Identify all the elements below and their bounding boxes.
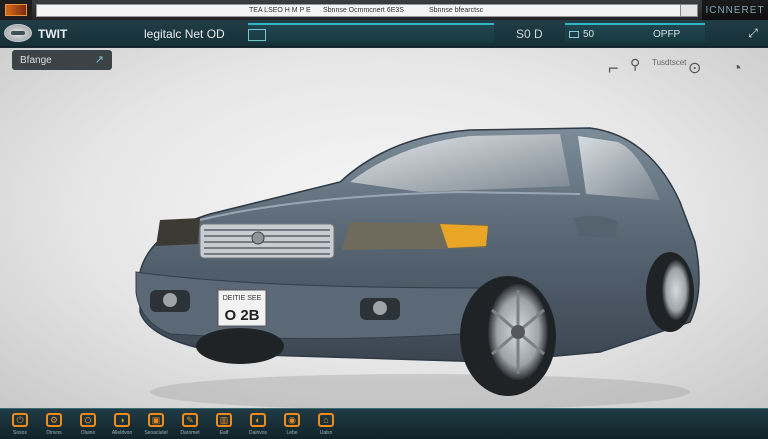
bottom-tool-button[interactable]: ◉ Lebe [276,413,308,439]
bottom-tool-label: Lebe [286,430,298,436]
right-tab[interactable]: 50 OPFP [565,23,705,43]
bottom-tool-button[interactable]: ⏻ Sosos [4,413,36,439]
bottom-tool-label: Sosos [13,430,27,436]
power-icon: ⏻ [12,413,28,427]
license-plate-top: DEITIE SEE [223,295,262,302]
bottom-tool-button[interactable]: ◑ Alleldvon [106,413,138,439]
bottom-tool-button[interactable]: ⌂ Ualsn [310,413,342,439]
chart-icon: ▥ [216,413,232,427]
car-icon: ⌂ [318,413,334,427]
bottom-tool-button[interactable]: ⚙ Dinvos [38,413,70,439]
wrench-icon: ✎ [182,413,198,427]
bottom-tool-label: Daromet [180,430,200,436]
right-tab-label: OPFP [653,29,681,40]
code-label: S0 D [516,27,543,41]
bottom-tool-label: Oluino [80,430,96,436]
gauge-icon: ◑ [114,413,130,427]
bottom-tool-label: Seoaciutel [144,430,168,436]
car-illustration: DEITIE SEE O 2B [135,127,700,408]
status-bar[interactable] [248,23,494,43]
bottom-tool-label: Ealf [219,430,229,436]
address-bar[interactable]: TEA LSEO H M P E Sbnnse Ocmmcnert 6E3S S… [36,4,696,17]
status-tab-icon [248,29,266,41]
bottom-toolbar: ⏻ Sosos ⚙ Dinvos ⛭ Oluino ◑ Alleldvon ▣ Seoaciute… [0,408,768,439]
bottom-tool-button[interactable]: ▥ Ealf [208,413,240,439]
brand-logo [4,24,32,42]
view-tools: ⌐ ⚲ Tusdtscet ⊙ ◔ [608,52,758,86]
license-plate-number: O 2B [224,307,259,324]
address-segment: TEA LSEO H M P E [249,7,311,14]
app-name: TWIT [38,27,68,41]
bottom-tool-label: Dinvos [46,430,62,436]
battery-icon: ▣ [148,413,164,427]
app-header: TWIT legitalc Net OD S0 D 50 OPFP ⤢ [0,20,768,47]
expand-icon[interactable]: ⤢ [744,26,762,40]
bottom-tool-button[interactable]: ✎ Daromet [174,413,206,439]
window-control-box[interactable] [680,4,698,17]
tools-label: Tusdtscet [652,58,687,67]
monitor-icon [569,31,579,38]
right-tab-number: 50 [583,29,595,40]
bottom-tool-label: Dainvos [248,430,268,436]
camera-icon: ◉ [284,413,300,427]
tools-icon: ⚙ [46,413,62,427]
app-launcher-icon[interactable] [0,0,32,20]
vehicle-viewport: Bfange ↗ ⌐ ⚲ Tusdtscet ⊙ ◔ DEITIE SEE O … [0,48,768,408]
mode-title: legitalc Net OD [144,27,225,41]
arrow-icon: ↗ [94,54,104,66]
engine-icon: ⛭ [80,413,96,427]
bottom-tool-button[interactable]: ▣ Seoaciutel [140,413,172,439]
gauge-icon[interactable]: ◔ [732,60,742,78]
bottom-tool-label: Alleldvon [111,430,133,436]
browser-top-bar: TEA LSEO H M P E Sbnnse Ocmmcnert 6E3S S… [0,0,768,20]
top-right-label: ICNNERET [702,0,768,20]
range-button-label: Bfange [20,54,52,66]
dashboard-icon: ◐ [250,413,266,427]
bottom-tool-label: Ualsn [319,430,333,436]
hook-icon[interactable]: ⌐ [608,58,619,79]
range-button[interactable]: Bfange ↗ [12,50,112,70]
bottom-tool-button[interactable]: ⛭ Oluino [72,413,104,439]
address-segment: Sbnnse Ocmmcnert 6E3S [323,7,404,14]
pin-icon[interactable]: ⊙ [688,58,701,78]
key-icon[interactable]: ⚲ [630,56,640,73]
address-segment: Sbnnse bfearctsc [429,7,484,14]
bottom-tool-button[interactable]: ◐ Dainvos [242,413,274,439]
